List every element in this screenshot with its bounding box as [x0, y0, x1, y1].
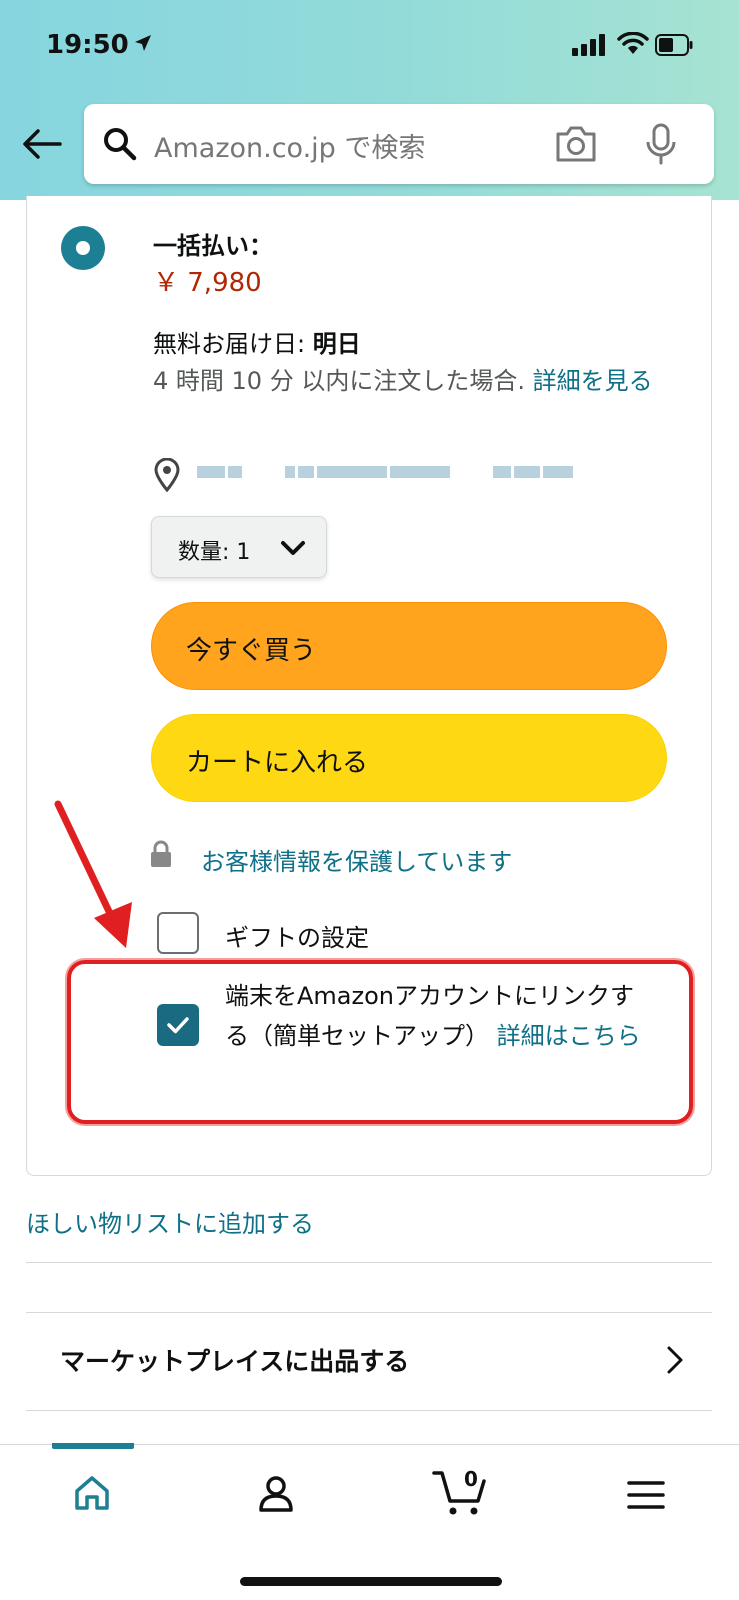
payment-option-label: 一括払い： — [153, 232, 273, 260]
battery-icon — [655, 34, 693, 56]
delivery-address-redacted[interactable] — [197, 458, 617, 488]
menu-icon[interactable] — [626, 1479, 666, 1511]
back-arrow-icon[interactable] — [20, 122, 64, 166]
divider — [26, 1262, 712, 1263]
chevron-right-icon[interactable] — [664, 1344, 686, 1376]
add-to-cart-label: カートに入れる — [186, 748, 369, 778]
secure-transaction-link[interactable]: お客様情報を保護しています — [201, 842, 512, 877]
divider — [26, 1312, 712, 1313]
active-tab-indicator — [52, 1443, 134, 1449]
add-to-wishlist-link[interactable]: ほしい物リストに追加する — [26, 1204, 314, 1239]
cart-count-badge: 0 — [464, 1467, 478, 1491]
account-icon[interactable] — [256, 1473, 296, 1513]
delivery-date: 無料お届け日: 明日 — [153, 324, 361, 359]
quantity-label: 数量: 1 — [178, 540, 251, 565]
payment-radio-selected[interactable] — [61, 226, 105, 270]
link-device-details-link[interactable]: 詳細はこちら — [497, 1022, 641, 1050]
camera-icon[interactable] — [554, 124, 598, 164]
annotation-arrow-icon — [54, 800, 132, 948]
divider — [26, 1410, 712, 1411]
add-to-cart-button[interactable]: カートに入れる — [151, 714, 667, 802]
buy-now-button[interactable]: 今すぐ買う — [151, 602, 667, 690]
home-indicator — [240, 1577, 502, 1586]
delivery-note: 4 時間 10 分 以内に注文した場合. 詳細を見る — [153, 362, 673, 400]
chevron-down-icon — [281, 541, 305, 555]
buy-now-label: 今すぐ買う — [186, 636, 317, 666]
wifi-icon — [617, 32, 649, 54]
delivery-note-text: 4 時間 10 分 以内に注文した場合. — [153, 367, 533, 395]
gift-label: ギフトの設定 — [225, 924, 369, 952]
search-icon — [104, 128, 137, 161]
signal-icon — [572, 34, 605, 56]
search-input[interactable]: Amazon.co.jp で検索 — [154, 126, 425, 165]
delivery-prefix: 無料お届け日: — [153, 330, 313, 358]
buy-box-card: 一括払い： ￥ 7,980 無料お届け日: 明日 4 時間 10 分 以内に注文… — [26, 196, 712, 1176]
checkmark-icon — [167, 1017, 189, 1034]
location-pin-icon — [154, 458, 180, 492]
lock-icon — [151, 840, 171, 867]
quantity-dropdown[interactable]: 数量: 1 — [151, 516, 327, 578]
microphone-icon[interactable] — [644, 122, 678, 166]
delivery-details-link[interactable]: 詳細を見る — [533, 367, 653, 395]
link-device-checkbox-checked[interactable] — [157, 1004, 199, 1046]
status-time: 19:50 — [46, 30, 129, 60]
gift-checkbox[interactable] — [157, 912, 199, 954]
price: ￥ 7,980 — [153, 268, 262, 298]
link-device-label: 端末をAmazonアカウントにリンクする（簡単セットアップ） 詳細はこちら — [225, 976, 645, 1056]
bottom-navigation: 0 — [0, 1443, 739, 1600]
location-arrow-icon — [135, 35, 151, 51]
status-bar: 19:50 — [0, 0, 739, 90]
search-bar[interactable]: Amazon.co.jp で検索 — [84, 104, 714, 184]
app-header: 19:50 Amazon.co.jp で検索 — [0, 0, 739, 200]
home-icon[interactable] — [72, 1473, 112, 1513]
delivery-day: 明日 — [312, 330, 361, 358]
sell-on-marketplace-row[interactable]: マーケットプレイスに出品する — [60, 1342, 409, 1378]
